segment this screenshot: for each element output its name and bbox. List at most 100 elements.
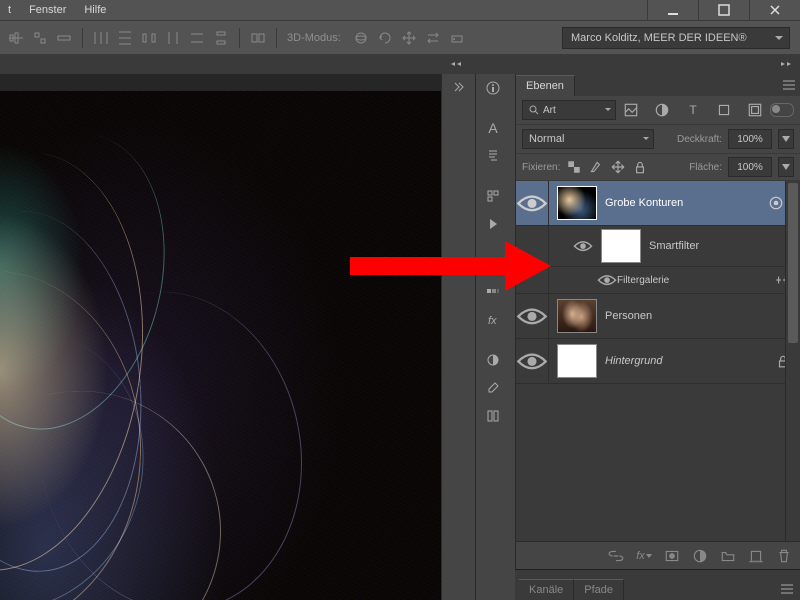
bottom-panel-tabs: Kanäle Pfade [515, 569, 800, 600]
menu-item-truncated[interactable]: t [8, 4, 11, 16]
expand-icon[interactable] [442, 74, 476, 102]
layer-smartfilter[interactable]: Smartfilter [516, 226, 800, 267]
tab-kanaele[interactable]: Kanäle [519, 579, 574, 600]
layer-personen[interactable]: Personen [516, 294, 800, 339]
distribute-icon-2[interactable] [114, 28, 136, 48]
visibility-spacer [516, 267, 549, 293]
auto-align-icon[interactable] [247, 28, 269, 48]
brushes-icon[interactable] [476, 402, 510, 430]
new-layer-icon[interactable] [748, 548, 764, 564]
maximize-button[interactable] [698, 0, 749, 20]
canvas[interactable] [0, 91, 441, 600]
link-layers-icon[interactable] [608, 548, 624, 564]
layer-name: Filtergalerie [617, 275, 774, 286]
tab-pfade[interactable]: Pfade [574, 579, 624, 600]
visibility-toggle-sub[interactable] [573, 226, 593, 266]
brush-settings-icon[interactable] [476, 374, 510, 402]
filter-filtergalerie[interactable]: Filtergalerie [516, 267, 800, 294]
lock-label: Fixieren: [522, 162, 560, 173]
3d-scale-icon[interactable] [446, 28, 468, 48]
fill-label: Fläche: [689, 162, 722, 173]
filter-pixel-icon[interactable] [623, 102, 639, 118]
tool-column-right: A fx [475, 74, 517, 600]
filter-smart-icon[interactable] [747, 102, 763, 118]
lock-row: Fixieren: Fläche: 100% [516, 154, 800, 181]
panel-menu-icon[interactable] [782, 78, 796, 92]
adjustments-icon[interactable] [476, 346, 510, 374]
filter-type-icon[interactable]: T [685, 102, 701, 118]
blend-mode-dropdown[interactable]: Normal [522, 129, 654, 149]
user-dropdown[interactable]: Marco Kolditz, MEER DER IDEEN® [562, 27, 790, 49]
opacity-label: Deckkraft: [677, 134, 722, 145]
paragraph-panel-icon[interactable] [476, 142, 510, 170]
layer-grobe-konturen[interactable]: Grobe Konturen [516, 181, 800, 226]
menu-hilfe[interactable]: Hilfe [84, 4, 106, 16]
distribute-icon-5[interactable] [186, 28, 208, 48]
delete-layer-icon[interactable] [776, 548, 792, 564]
layer-hintergrund[interactable]: Hintergrund [516, 339, 800, 384]
fill-value[interactable]: 100% [728, 157, 772, 177]
character-panel-icon[interactable]: A [476, 114, 510, 142]
tool-column-left [441, 74, 477, 600]
lock-position-icon[interactable] [610, 159, 626, 175]
layer-thumbnail[interactable] [557, 299, 597, 333]
collapse-icon-right[interactable] [776, 54, 796, 74]
blend-mode-label: Normal [529, 133, 564, 145]
layer-list: Grobe Konturen Smartfilter Filtergalerie [516, 181, 800, 541]
3d-roll-icon[interactable] [374, 28, 396, 48]
tab-ebenen[interactable]: Ebenen [516, 75, 575, 96]
menu-fenster[interactable]: Fenster [29, 4, 66, 16]
distribute-icon-6[interactable] [210, 28, 232, 48]
layer-mask-icon[interactable] [664, 548, 680, 564]
layer-scrollbar[interactable] [785, 181, 800, 541]
lock-pixels-icon[interactable] [588, 159, 604, 175]
layer-thumbnail[interactable] [557, 186, 597, 220]
3d-orbit-icon[interactable] [350, 28, 372, 48]
opacity-value[interactable]: 100% [728, 129, 772, 149]
actions-icon[interactable] [476, 210, 510, 238]
visibility-toggle[interactable] [516, 294, 549, 338]
layer-thumbnail[interactable] [557, 344, 597, 378]
filter-mask-thumbnail[interactable] [601, 229, 641, 263]
opacity-slider-icon[interactable] [778, 129, 794, 149]
filter-type-label: Art [543, 105, 556, 116]
lock-all-icon[interactable] [632, 159, 648, 175]
scrollbar-thumb[interactable] [788, 183, 798, 343]
visibility-toggle-filter[interactable] [597, 267, 617, 293]
swatches-icon[interactable] [476, 278, 510, 306]
collapse-icon[interactable] [446, 54, 466, 74]
info-icon[interactable] [476, 74, 510, 102]
panel-tabs: Ebenen [516, 74, 800, 96]
visibility-toggle[interactable] [516, 181, 549, 225]
visibility-toggle[interactable] [516, 226, 549, 266]
styles-icon[interactable]: fx [476, 306, 510, 334]
filter-adjustment-icon[interactable] [654, 102, 670, 118]
distribute-icon-1[interactable] [90, 28, 112, 48]
distribute-icon-3[interactable] [138, 28, 160, 48]
svg-text:fx: fx [488, 315, 497, 327]
visibility-toggle[interactable] [516, 339, 549, 383]
bottom-panel-menu-icon[interactable] [780, 582, 794, 596]
history-icon[interactable] [476, 250, 510, 278]
options-bar: 3D-Modus: Marco Kolditz, MEER DER IDEEN® [0, 20, 800, 56]
smart-object-icon[interactable] [768, 195, 784, 211]
filter-type-dropdown[interactable]: Art [522, 100, 616, 120]
group-layers-icon[interactable] [720, 548, 736, 564]
canvas-area [0, 74, 441, 600]
3d-pan-icon[interactable] [398, 28, 420, 48]
lock-transparency-icon[interactable] [566, 159, 582, 175]
distribute-icon-4[interactable] [162, 28, 184, 48]
properties-icon[interactable] [476, 182, 510, 210]
adjustment-layer-icon[interactable] [692, 548, 708, 564]
align-icon-1[interactable] [5, 28, 27, 48]
filter-toggle[interactable] [770, 103, 794, 117]
fill-slider-icon[interactable] [778, 157, 794, 177]
layer-name: Smartfilter [649, 240, 800, 252]
3d-slide-icon[interactable] [422, 28, 444, 48]
close-button[interactable] [749, 0, 800, 20]
align-icon-3[interactable] [53, 28, 75, 48]
align-icon-2[interactable] [29, 28, 51, 48]
filter-shape-icon[interactable] [716, 102, 732, 118]
minimize-button[interactable] [647, 0, 698, 20]
layer-fx-icon[interactable]: fx [636, 548, 652, 564]
